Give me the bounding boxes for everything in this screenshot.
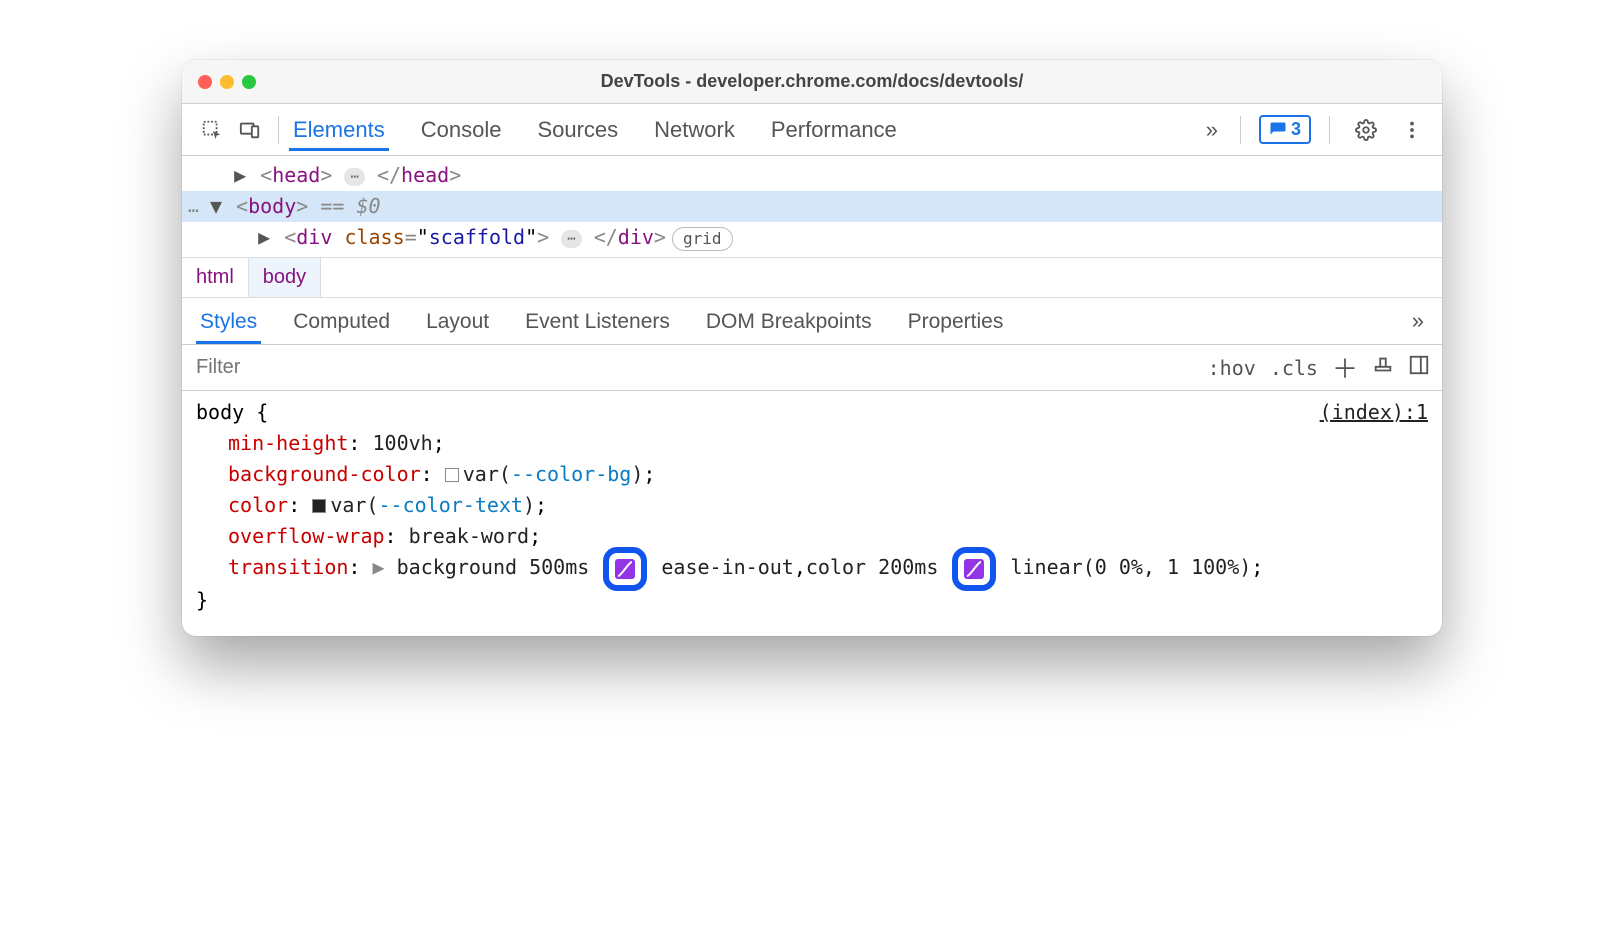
rule-source-link[interactable]: (index):1	[1320, 397, 1428, 428]
prop-transition[interactable]: transition: ▶ background 500ms ease-in-o…	[196, 552, 1428, 585]
more-menu-icon[interactable]	[1394, 112, 1430, 148]
sub-tab-computed[interactable]: Computed	[289, 298, 394, 344]
easing-editor-icon[interactable]	[964, 559, 984, 579]
prop-overflow-wrap[interactable]: overflow-wrap: break-word;	[196, 521, 1428, 552]
issues-badge[interactable]: 3	[1259, 115, 1311, 144]
toolbar-separator	[1329, 116, 1330, 144]
maximize-window-button[interactable]	[242, 75, 256, 89]
easing-highlight	[952, 547, 996, 591]
tab-network[interactable]: Network	[650, 109, 739, 151]
inspect-element-icon[interactable]	[194, 112, 230, 148]
dom-node-body-selected[interactable]: ▼ <body> == $0	[182, 191, 1442, 222]
main-toolbar: Elements Console Sources Network Perform…	[182, 104, 1442, 156]
tab-performance[interactable]: Performance	[767, 109, 901, 151]
computed-sidebar-icon[interactable]	[1408, 354, 1430, 381]
sub-tab-properties[interactable]: Properties	[904, 298, 1008, 344]
easing-editor-icon[interactable]	[615, 559, 635, 579]
device-toolbar-icon[interactable]	[232, 112, 268, 148]
tab-console[interactable]: Console	[417, 109, 506, 151]
paint-brush-icon[interactable]	[1372, 354, 1394, 381]
hov-toggle[interactable]: :hov	[1208, 356, 1256, 380]
crumb-html[interactable]: html	[182, 258, 249, 297]
window-title: DevTools - developer.chrome.com/docs/dev…	[601, 71, 1024, 92]
titlebar: DevTools - developer.chrome.com/docs/dev…	[182, 60, 1442, 104]
prop-background-color[interactable]: background-color: var(--color-bg);	[196, 459, 1428, 490]
toolbar-separator	[1240, 116, 1241, 144]
sub-tab-layout[interactable]: Layout	[422, 298, 493, 344]
prop-color[interactable]: color: var(--color-text);	[196, 490, 1428, 521]
styles-filter-row: :hov .cls ＋	[182, 345, 1442, 391]
settings-gear-icon[interactable]	[1348, 112, 1384, 148]
rule-selector[interactable]: body {	[196, 397, 268, 428]
issues-count: 3	[1291, 119, 1301, 140]
dom-node-head[interactable]: ▶ <head> ⋯ </head>	[182, 160, 1442, 191]
ellipsis-icon[interactable]: ⋯	[561, 230, 581, 248]
color-swatch-icon[interactable]	[312, 499, 326, 513]
prop-min-height[interactable]: min-height: 100vh;	[196, 428, 1428, 459]
sub-tab-event-listeners[interactable]: Event Listeners	[521, 298, 674, 344]
rule-close-brace: }	[196, 585, 1428, 616]
tab-sources[interactable]: Sources	[533, 109, 622, 151]
cls-toggle[interactable]: .cls	[1270, 356, 1318, 380]
close-window-button[interactable]	[198, 75, 212, 89]
tab-elements[interactable]: Elements	[289, 109, 389, 151]
sub-tabs-overflow-icon[interactable]: »	[1408, 308, 1428, 334]
breadcrumb: html body	[182, 257, 1442, 298]
sub-tab-styles[interactable]: Styles	[196, 298, 261, 344]
panel-tabs: Elements Console Sources Network Perform…	[289, 109, 1200, 151]
grid-badge[interactable]: grid	[672, 227, 733, 251]
minimize-window-button[interactable]	[220, 75, 234, 89]
styles-filter-input[interactable]	[182, 356, 1196, 379]
styles-rule: body { (index):1 min-height: 100vh; back…	[182, 391, 1442, 636]
dom-node-div[interactable]: ▶ <div class="scaffold"> ⋯ </div>grid	[182, 222, 1442, 253]
new-style-rule-icon[interactable]: ＋	[1332, 349, 1358, 386]
styles-filter-tools: :hov .cls ＋	[1196, 349, 1442, 386]
toolbar-separator	[278, 116, 279, 144]
devtools-window: DevTools - developer.chrome.com/docs/dev…	[182, 60, 1442, 636]
dom-tree: ▶ <head> ⋯ </head> ▼ <body> == $0 ▶ <div…	[182, 156, 1442, 257]
toolbar-right: » 3	[1202, 112, 1430, 148]
ellipsis-icon[interactable]: ⋯	[344, 168, 364, 186]
crumb-body[interactable]: body	[249, 258, 321, 297]
tabs-overflow-icon[interactable]: »	[1202, 117, 1222, 143]
easing-highlight	[603, 547, 647, 591]
styles-sub-tabs: Styles Computed Layout Event Listeners D…	[182, 298, 1442, 345]
color-swatch-icon[interactable]	[445, 468, 459, 482]
sub-tab-dom-breakpoints[interactable]: DOM Breakpoints	[702, 298, 876, 344]
window-controls	[198, 75, 256, 89]
